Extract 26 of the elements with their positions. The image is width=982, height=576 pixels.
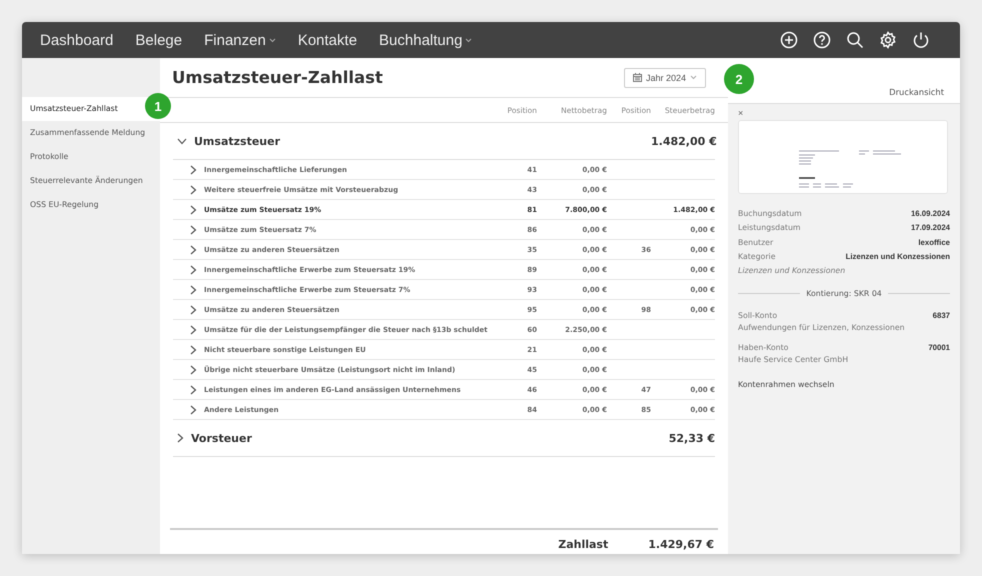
chevron-right-icon[interactable] — [177, 433, 184, 443]
nav-item[interactable]: Kontakte — [298, 32, 358, 48]
caret-icon — [690, 75, 697, 80]
search-icon[interactable] — [846, 31, 864, 49]
calendar-icon — [632, 73, 642, 82]
section-title: Umsatzsteuer — [194, 134, 280, 148]
section-total: 52,33 € — [668, 432, 715, 444]
period-dropdown[interactable]: Jahr 2024 — [624, 68, 706, 88]
caret-icon — [268, 38, 276, 42]
payable-label: Zahllast — [558, 538, 608, 551]
help-icon[interactable] — [813, 31, 831, 49]
settings-icon[interactable] — [879, 31, 897, 49]
page-title: Umsatzsteuer-Zahllast — [172, 68, 383, 87]
payable-total: 1.429,67 € — [648, 538, 714, 551]
nav-item[interactable]: Belege — [135, 32, 182, 48]
chevron-down-icon[interactable] — [177, 138, 187, 144]
print-link[interactable]: Druckansicht — [889, 87, 944, 97]
nav-item[interactable]: Finanzen — [204, 32, 276, 48]
power-icon[interactable] — [912, 31, 930, 49]
close-button[interactable]: × — [738, 108, 744, 118]
add-icon[interactable] — [780, 31, 798, 49]
nav-item[interactable]: Buchhaltung — [379, 32, 472, 48]
section-total: 1.482,00 € — [651, 134, 715, 148]
section-title: Vorsteuer — [191, 432, 252, 444]
nav-item[interactable]: Dashboard — [40, 32, 114, 48]
caret-icon — [465, 38, 472, 42]
